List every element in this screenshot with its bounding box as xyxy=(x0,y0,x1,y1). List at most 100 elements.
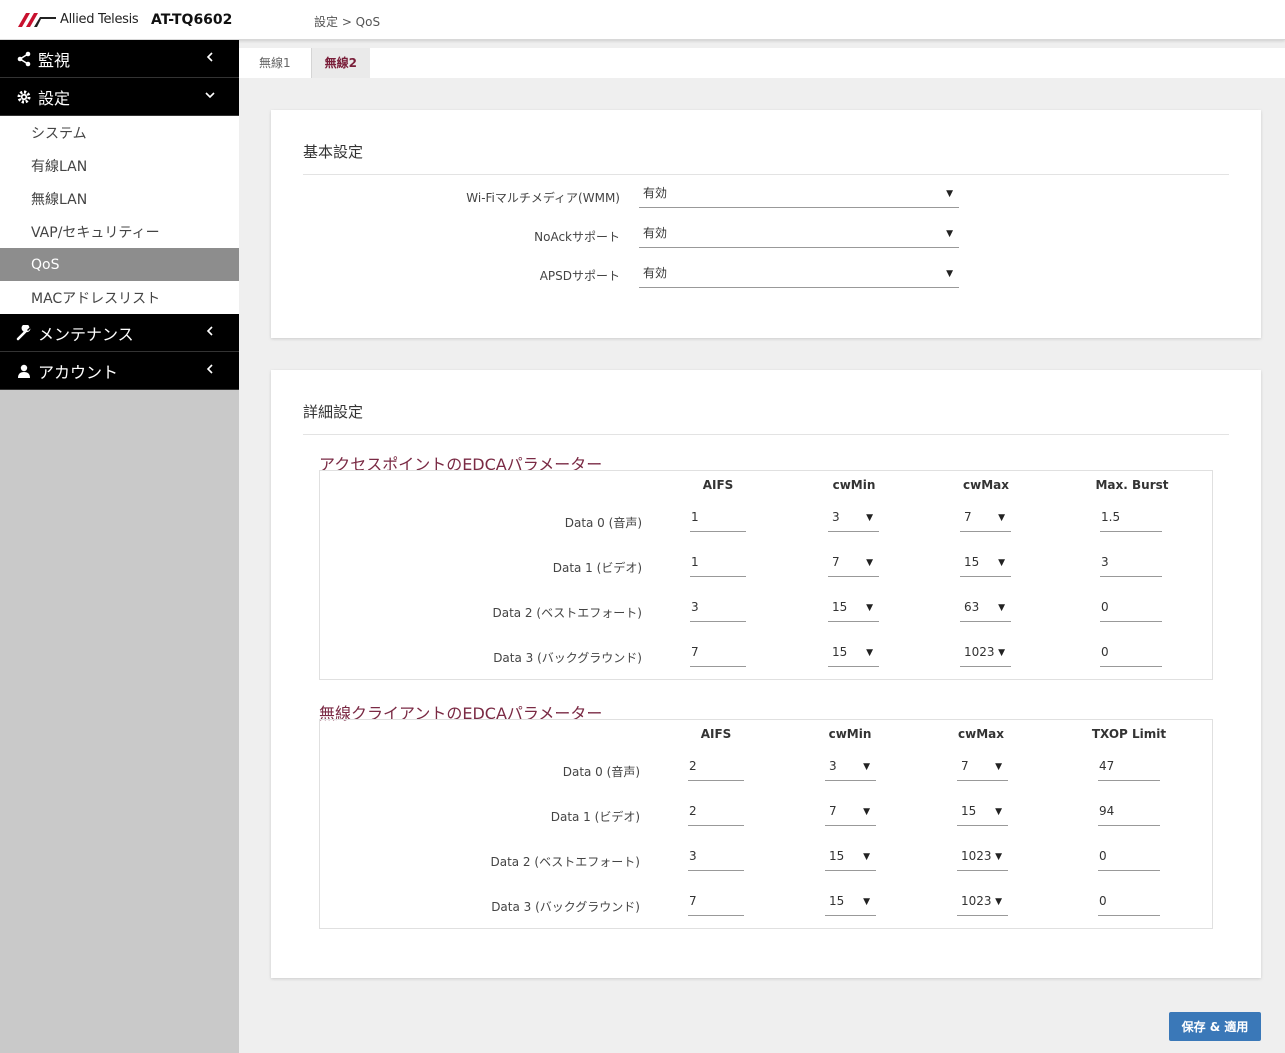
sidebar-item-qos[interactable]: QoS xyxy=(0,248,239,281)
ap-cwmin-select[interactable]: 3 ▼ xyxy=(828,508,879,532)
ap-header-cwmax: cwMax xyxy=(963,478,1009,492)
apsd-select-value: 有効 xyxy=(643,266,668,280)
share-icon xyxy=(17,51,31,66)
client-last-value: 0 xyxy=(1099,894,1107,908)
ap-cwmax-select[interactable]: 63 ▼ xyxy=(960,598,1011,622)
noack-select[interactable]: 有効 ▼ xyxy=(639,224,959,248)
sidebar-item-wired-lan[interactable]: 有線LAN xyxy=(0,149,239,182)
ap-row-label: Data 1 (ビデオ) xyxy=(552,561,642,575)
ap-cwmax-value: 7 xyxy=(964,510,972,524)
client-aifs-input[interactable]: 2 xyxy=(688,802,744,826)
client-cwmin-select[interactable]: 15 ▼ xyxy=(825,892,876,916)
dropdown-arrow-icon: ▼ xyxy=(998,558,1005,568)
dropdown-arrow-icon: ▼ xyxy=(998,648,1005,658)
dropdown-arrow-icon: ▼ xyxy=(995,852,1002,862)
client-cwmin-select[interactable]: 7 ▼ xyxy=(825,802,876,826)
ap-cwmax-select[interactable]: 15 ▼ xyxy=(960,553,1011,577)
dropdown-arrow-icon: ▼ xyxy=(946,269,953,279)
client-cwmax-value: 7 xyxy=(961,759,969,773)
client-aifs-input[interactable]: 2 xyxy=(688,757,744,781)
ap-header-aifs: AIFS xyxy=(702,478,734,492)
client-aifs-value: 2 xyxy=(689,759,697,773)
panel-title: 詳細設定 xyxy=(303,403,364,421)
sidebar-item-system[interactable]: システム xyxy=(0,116,239,149)
ap-cwmax-select[interactable]: 7 ▼ xyxy=(960,508,1011,532)
dropdown-arrow-icon: ▼ xyxy=(998,603,1005,613)
client-cwmax-select[interactable]: 1023 ▼ xyxy=(957,892,1008,916)
client-aifs-value: 3 xyxy=(689,849,697,863)
ap-aifs-input[interactable]: 1 xyxy=(690,553,746,577)
sidebar-item-label: 設定 xyxy=(38,88,71,108)
ap-cwmin-select[interactable]: 7 ▼ xyxy=(828,553,879,577)
sidebar: 監視 設定 システム 有線LAN 無線LAN VAP/セキュリティー QoS M… xyxy=(0,40,239,1053)
ap-last-input[interactable]: 0 xyxy=(1100,598,1162,622)
apsd-label: APSDサポート xyxy=(539,269,620,283)
sidebar-item-wireless-lan[interactable]: 無線LAN xyxy=(0,182,239,215)
ap-cwmin-select[interactable]: 15 ▼ xyxy=(828,643,879,667)
client-row-label: Data 3 (バックグラウンド) xyxy=(491,900,640,914)
client-cwmin-select[interactable]: 3 ▼ xyxy=(825,757,876,781)
client-aifs-input[interactable]: 7 xyxy=(688,892,744,916)
sidebar-item-label: 監視 xyxy=(38,50,71,70)
chevron-left-icon xyxy=(206,326,213,336)
client-last-input[interactable]: 47 xyxy=(1098,757,1160,781)
sidebar-item-mac-address-list[interactable]: MACアドレスリスト xyxy=(0,281,239,314)
chevron-left-icon xyxy=(206,364,213,374)
client-cwmin-select[interactable]: 15 ▼ xyxy=(825,847,876,871)
dropdown-arrow-icon: ▼ xyxy=(995,807,1002,817)
wrench-icon xyxy=(16,324,31,340)
dropdown-arrow-icon: ▼ xyxy=(866,603,873,613)
tab-radio2[interactable]: 無線2 xyxy=(310,48,370,78)
client-last-input[interactable]: 94 xyxy=(1098,802,1160,826)
ap-last-value: 1.5 xyxy=(1101,510,1121,524)
noack-label: NoAckサポート xyxy=(534,230,620,244)
ap-aifs-input[interactable]: 3 xyxy=(690,598,746,622)
dropdown-arrow-icon: ▼ xyxy=(866,558,873,568)
sidebar-item-account[interactable]: アカウント xyxy=(0,352,239,390)
client-aifs-input[interactable]: 3 xyxy=(688,847,744,871)
ap-cwmin-select[interactable]: 15 ▼ xyxy=(828,598,879,622)
ap-aifs-value: 7 xyxy=(691,645,699,659)
ap-last-input[interactable]: 3 xyxy=(1100,553,1162,577)
client-cwmax-select[interactable]: 1023 ▼ xyxy=(957,847,1008,871)
gear-icon xyxy=(17,90,31,103)
ap-cwmax-value: 63 xyxy=(964,600,980,614)
client-cwmin-value: 3 xyxy=(829,759,837,773)
apsd-select[interactable]: 有効 ▼ xyxy=(639,264,959,288)
dropdown-arrow-icon: ▼ xyxy=(946,189,953,199)
advanced-settings-panel: 詳細設定 アクセスポイントのEDCAパラメーター 無線クライアントのEDCAパラ… xyxy=(271,370,1261,978)
ap-aifs-value: 3 xyxy=(691,600,699,614)
ap-last-input[interactable]: 1.5 xyxy=(1100,508,1162,532)
client-cwmax-select[interactable]: 15 ▼ xyxy=(957,802,1008,826)
tab-radio1[interactable]: 無線1 xyxy=(239,48,311,78)
ap-aifs-input[interactable]: 1 xyxy=(690,508,746,532)
ap-cwmax-select[interactable]: 1023 ▼ xyxy=(960,643,1011,667)
sidebar-item-settings[interactable]: 設定 xyxy=(0,78,239,116)
ap-header-cwmin: cwMin xyxy=(832,478,876,492)
allied-telesis-logo-icon xyxy=(18,12,56,27)
client-cwmax-select[interactable]: 7 ▼ xyxy=(957,757,1008,781)
client-cwmin-value: 15 xyxy=(829,894,845,908)
client-row-label: Data 1 (ビデオ) xyxy=(550,810,640,824)
model-name: AT-TQ6602 xyxy=(151,12,233,28)
sidebar-item-maintenance[interactable]: メンテナンス xyxy=(0,314,239,352)
sidebar-item-vap-security[interactable]: VAP/セキュリティー xyxy=(0,215,239,248)
sidebar-item-label: アカウント xyxy=(38,362,119,382)
ap-cwmin-value: 7 xyxy=(832,555,840,569)
client-cwmax-value: 1023 xyxy=(961,849,992,863)
sidebar-item-monitor[interactable]: 監視 xyxy=(0,40,239,78)
wmm-select[interactable]: 有効 ▼ xyxy=(639,184,959,208)
ap-row-label: Data 0 (音声) xyxy=(564,516,642,530)
sidebar-item-label: メンテナンス xyxy=(38,324,134,344)
save-apply-button[interactable]: 保存 & 適用 xyxy=(1169,1012,1261,1041)
client-aifs-value: 2 xyxy=(689,804,697,818)
dropdown-arrow-icon: ▼ xyxy=(866,513,873,523)
ap-cwmax-value: 15 xyxy=(964,555,980,569)
ap-aifs-input[interactable]: 7 xyxy=(690,643,746,667)
divider xyxy=(303,174,1229,175)
client-last-input[interactable]: 0 xyxy=(1098,847,1160,871)
client-last-input[interactable]: 0 xyxy=(1098,892,1160,916)
ap-row-label: Data 2 (ベストエフォート) xyxy=(492,606,642,620)
client-header-cwmin: cwMin xyxy=(828,727,872,741)
ap-last-input[interactable]: 0 xyxy=(1100,643,1162,667)
